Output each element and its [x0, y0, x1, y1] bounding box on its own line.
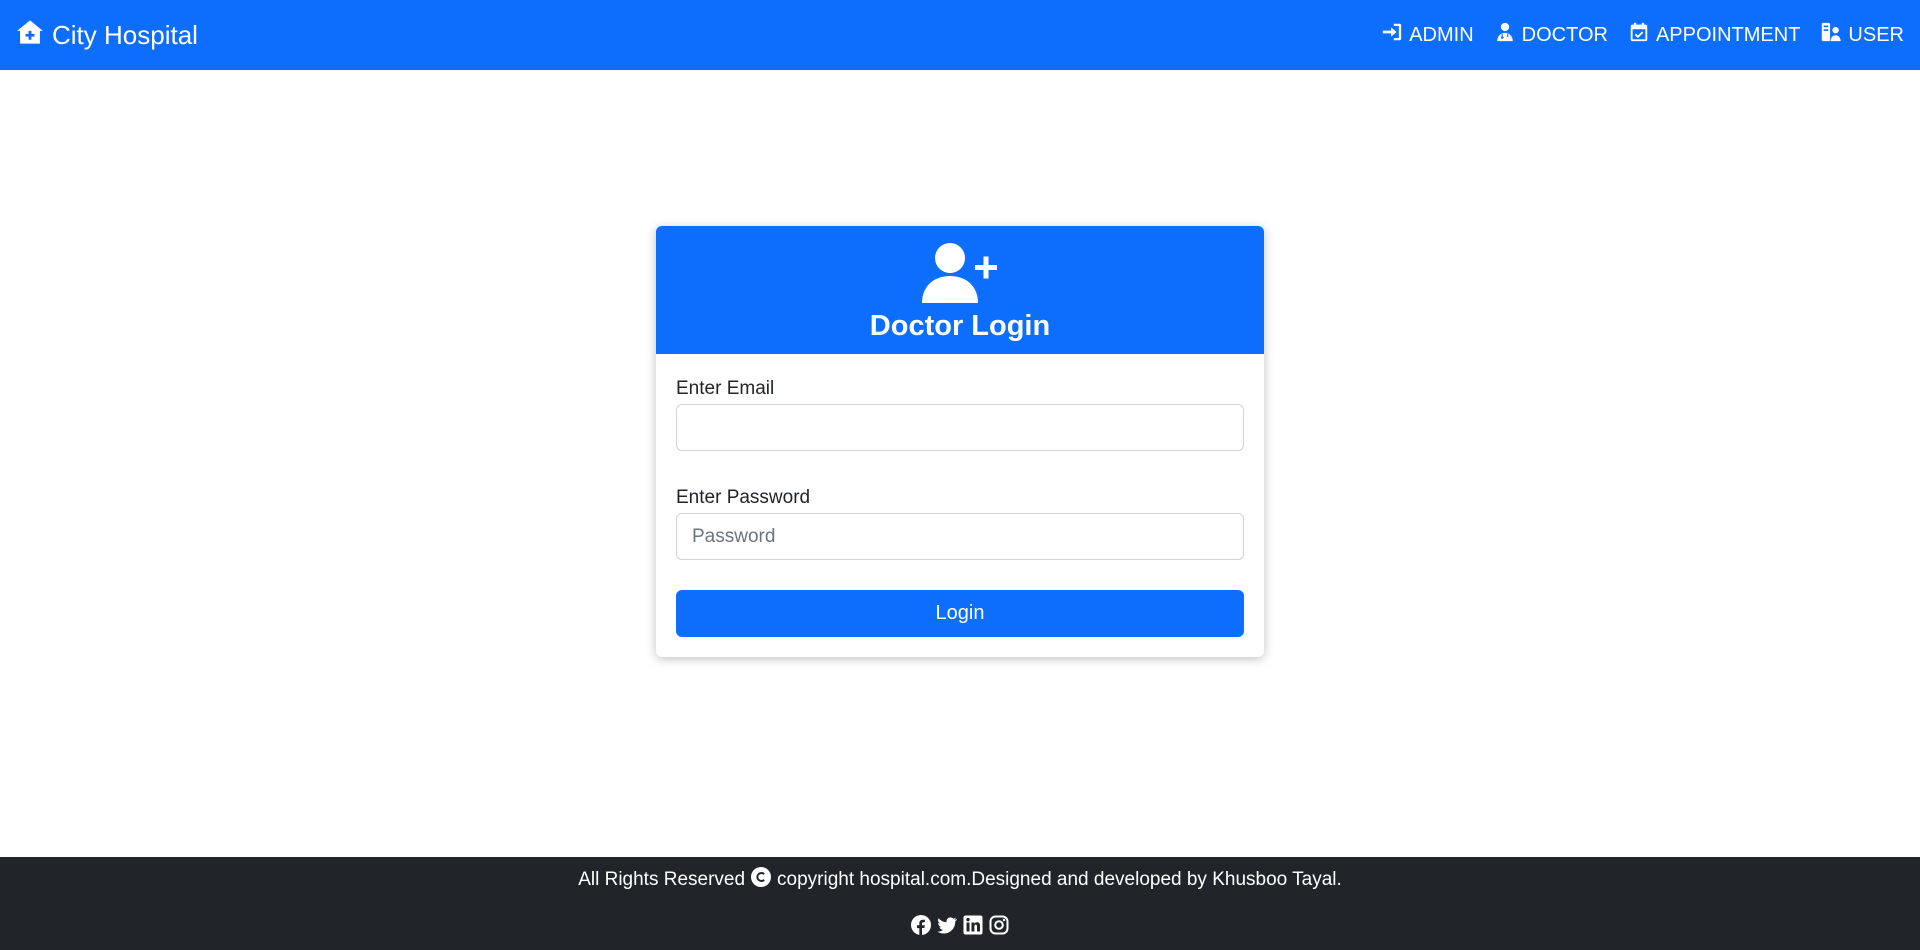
password-group: Enter Password: [676, 487, 1244, 560]
login-card: Doctor Login Enter Email Enter Password …: [656, 226, 1264, 657]
nav-item-label: ADMIN: [1409, 23, 1474, 46]
footer-rights: All Rights Reserved: [578, 869, 746, 890]
footer-credits: copyright hospital.com.Designed and deve…: [777, 869, 1342, 890]
calendar-check-icon: [1628, 21, 1650, 49]
linkedin-icon[interactable]: [963, 915, 983, 935]
footer-text: All Rights Reserved copyright hospital.c…: [0, 867, 1920, 893]
nav-item-label: USER: [1848, 23, 1904, 46]
copyright-icon: [751, 867, 772, 893]
house-medical-icon: [16, 18, 44, 53]
nav-item-appointment[interactable]: APPOINTMENT: [1628, 21, 1800, 49]
user-id-icon: [1820, 21, 1842, 49]
login-title: Doctor Login: [869, 310, 1051, 342]
nav-item-label: APPOINTMENT: [1655, 23, 1801, 46]
nav-item-label: DOCTOR: [1521, 23, 1608, 46]
password-label: Enter Password: [676, 487, 811, 508]
navbar: City Hospital ADMIN DOCTOR APPOINTMENT U…: [0, 0, 1920, 70]
doctor-icon: [1494, 21, 1516, 49]
footer: All Rights Reserved copyright hospital.c…: [0, 857, 1920, 950]
nav-item-admin[interactable]: ADMIN: [1381, 21, 1474, 49]
login-card-header: Doctor Login: [656, 226, 1264, 354]
sign-in-icon: [1381, 21, 1403, 49]
brand-name: City Hospital: [52, 19, 198, 50]
user-plus-icon: [920, 237, 1000, 308]
login-button[interactable]: Login: [676, 590, 1244, 637]
facebook-icon[interactable]: [911, 915, 931, 935]
brand-link[interactable]: City Hospital: [16, 18, 198, 53]
login-form: Enter Email Enter Password Login: [656, 354, 1264, 657]
nav-item-user[interactable]: USER: [1820, 21, 1904, 49]
email-label: Enter Email: [676, 378, 775, 399]
instagram-icon[interactable]: [989, 915, 1009, 935]
email-field[interactable]: [676, 404, 1244, 451]
social-links: [0, 915, 1920, 935]
email-group: Enter Email: [676, 378, 1244, 451]
nav-item-doctor[interactable]: DOCTOR: [1494, 21, 1608, 49]
nav-links: ADMIN DOCTOR APPOINTMENT USER: [1381, 21, 1904, 49]
password-field[interactable]: [676, 513, 1244, 560]
twitter-icon[interactable]: [937, 915, 958, 935]
